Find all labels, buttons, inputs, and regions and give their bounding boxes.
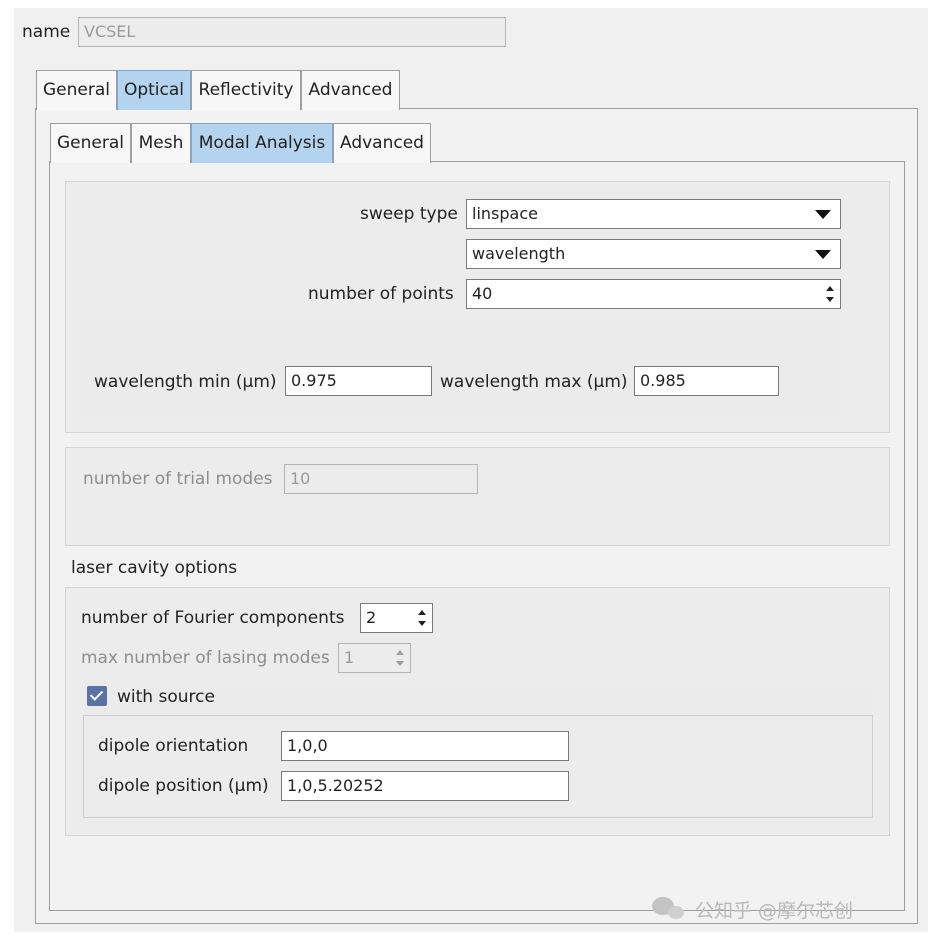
name-field: VCSEL <box>78 17 506 47</box>
name-label: name <box>22 22 71 42</box>
fourier-components-spinbox[interactable]: 2 <box>360 603 433 633</box>
spin-down-icon[interactable] <box>418 621 426 626</box>
number-of-points-spinbox[interactable]: 40 <box>466 279 841 309</box>
wavelength-max-input[interactable]: 0.985 <box>634 366 779 396</box>
trial-modes-input: 10 <box>284 464 478 494</box>
sweep-type-value: linspace <box>472 204 538 223</box>
dipole-position-input[interactable]: 1,0,5.20252 <box>281 771 569 801</box>
dropdown-arrow-icon <box>815 250 831 259</box>
lasing-modes-label: max number of lasing modes <box>81 648 330 668</box>
wavelength-max-label: wavelength max (µm) <box>440 372 628 392</box>
dropdown-arrow-icon <box>815 210 831 219</box>
sweep-type-label: sweep type <box>360 204 458 224</box>
subtab-general[interactable]: General <box>50 123 131 163</box>
dipole-position-label: dipole position (µm) <box>98 776 269 796</box>
fourier-components-label: number of Fourier components <box>81 608 345 628</box>
watermark-text: 公知乎 @摩尔芯创 <box>695 900 854 922</box>
spin-up-icon[interactable] <box>418 610 426 615</box>
dipole-orientation-input[interactable]: 1,0,0 <box>281 731 569 761</box>
dipole-orientation-label: dipole orientation <box>98 736 249 756</box>
with-source-checkbox[interactable] <box>87 686 107 706</box>
sweep-type-dropdown[interactable]: linspace <box>466 199 841 229</box>
sweep-variable-dropdown[interactable]: wavelength <box>466 239 841 269</box>
wavelength-min-label: wavelength min (µm) <box>94 372 277 392</box>
lasing-modes-spinbox: 1 <box>338 643 411 673</box>
number-of-points-value: 40 <box>472 284 493 303</box>
tab-optical[interactable]: Optical <box>117 70 191 110</box>
spin-up-icon[interactable] <box>826 286 834 291</box>
tab-reflectivity[interactable]: Reflectivity <box>191 70 301 110</box>
wechat-icon-bubble <box>668 906 684 919</box>
tab-general[interactable]: General <box>36 70 117 110</box>
number-of-points-label: number of points <box>308 284 454 304</box>
subtab-advanced[interactable]: Advanced <box>333 123 431 163</box>
subtab-modal-analysis[interactable]: Modal Analysis <box>191 123 333 163</box>
trial-modes-label: number of trial modes <box>83 469 273 489</box>
sweep-variable-value: wavelength <box>472 244 566 263</box>
spin-up-icon <box>396 650 404 655</box>
spin-down-icon[interactable] <box>826 297 834 302</box>
trial-modes-group <box>65 447 890 546</box>
laser-cavity-section-title: laser cavity options <box>71 558 238 578</box>
tab-advanced[interactable]: Advanced <box>301 70 400 110</box>
wavelength-min-input[interactable]: 0.975 <box>285 366 432 396</box>
fourier-components-value: 2 <box>366 608 377 627</box>
subtab-mesh[interactable]: Mesh <box>131 123 191 163</box>
spin-down-icon <box>396 661 404 666</box>
lasing-modes-value: 1 <box>344 648 355 667</box>
with-source-label[interactable]: with source <box>117 687 215 707</box>
